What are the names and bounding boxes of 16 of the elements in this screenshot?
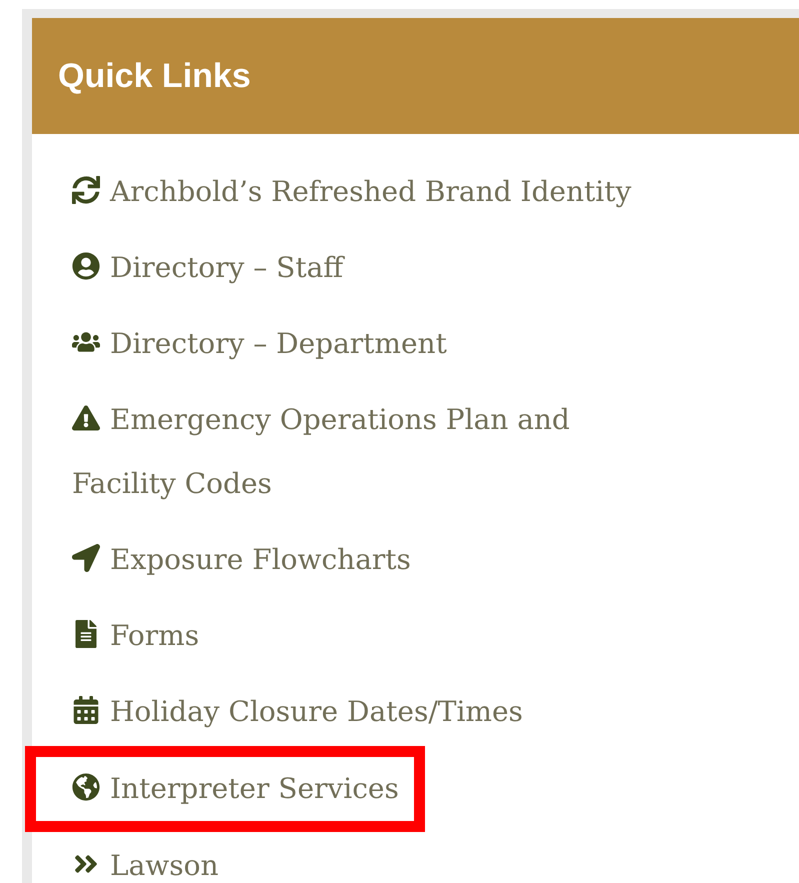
quick-link[interactable]: Interpreter Services [72,757,399,821]
calendar-icon [72,696,100,724]
refresh-icon [72,176,100,204]
quick-link[interactable]: Lawson [72,834,219,883]
quick-link[interactable]: Forms [72,604,200,668]
user-icon [72,252,100,280]
quick-link[interactable]: Emergency Operations Plan and Facility Codes [72,388,657,516]
quick-link[interactable]: Directory – Staff [72,236,344,300]
quick-link[interactable]: Directory – Department [72,312,447,376]
quick-link[interactable]: Exposure Flowcharts [72,528,411,592]
quick-link[interactable]: Holiday Closure Dates/Times [72,680,523,744]
arrow-icon [72,544,100,572]
quick-link[interactable]: Archbold’s Refreshed Brand Identity [72,160,632,224]
panel-title: Quick Links [58,56,251,96]
globe-icon [72,773,100,801]
warning-icon [72,404,100,432]
